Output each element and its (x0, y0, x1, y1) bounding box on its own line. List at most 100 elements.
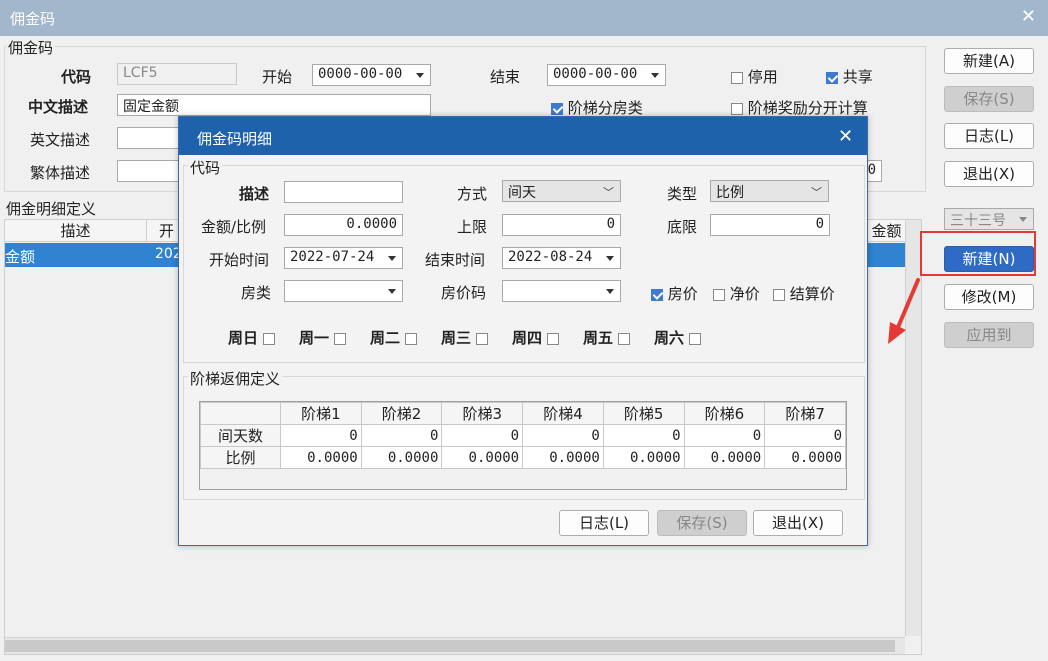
weekday-mon[interactable]: 周一 (299, 327, 346, 348)
end-date-combo[interactable]: 0000-00-00 (547, 64, 666, 86)
weekday-checkbox[interactable] (688, 332, 701, 345)
weekday-checkbox[interactable] (404, 332, 417, 345)
disable-checkbox-row[interactable]: 停用 (731, 66, 778, 87)
window-titlebar: 佣金码 ✕ (0, 0, 1048, 36)
chevron-down-icon (388, 256, 396, 261)
step-ratio-cell[interactable]: 0.0000 (522, 446, 604, 469)
share-checkbox[interactable] (826, 71, 838, 84)
weekday-sun[interactable]: 周日 (228, 327, 275, 348)
step-ratio-cell[interactable]: 0.0000 (441, 446, 524, 469)
start-time-value: 2022-07-24 (290, 249, 375, 265)
new-detail-button[interactable]: 新建(N) (944, 246, 1034, 272)
weekday-label: 周日 (228, 329, 259, 347)
upper-field[interactable]: 0 (502, 214, 621, 236)
cn-desc-field[interactable]: 固定金额 (117, 94, 431, 116)
amount-field[interactable]: 0.0000 (284, 214, 403, 236)
dialog-save-button[interactable]: 保存(S) (657, 510, 747, 536)
step-days-cell[interactable]: 0 (683, 424, 766, 447)
type-combo[interactable]: 比例 ﹀ (710, 180, 829, 202)
step-reward-checkbox[interactable] (731, 102, 743, 115)
detail-col-desc[interactable]: 描述 (5, 220, 147, 242)
step-days-cell[interactable]: 0 (764, 424, 846, 447)
settle-price-checkbox-row[interactable]: 结算价 (773, 283, 835, 304)
step-header: 阶梯5 (602, 402, 685, 425)
weekday-checkbox[interactable] (475, 332, 488, 345)
window-title: 佣金码 (10, 10, 56, 28)
step-days-cell[interactable]: 0 (602, 424, 685, 447)
start-time-label: 开始时间 (209, 251, 270, 269)
step-days-cell[interactable]: 0 (280, 424, 362, 447)
weekday-checkbox[interactable] (546, 332, 559, 345)
dialog-log-button[interactable]: 日志(L) (559, 510, 649, 536)
step-days-cell[interactable]: 0 (522, 424, 604, 447)
room-code-label: 房价码 (441, 284, 487, 302)
step-header: 阶梯2 (360, 402, 443, 425)
room-code-combo[interactable] (502, 280, 621, 302)
dialog-desc-label: 描述 (239, 185, 270, 203)
step-room-checkbox-row[interactable]: 阶梯分房类 (551, 97, 643, 118)
step-room-label: 阶梯分房类 (567, 99, 643, 117)
step-ratio-cell[interactable]: 0.0000 (280, 446, 362, 469)
weekday-checkbox[interactable] (333, 332, 346, 345)
chevron-down-icon (651, 73, 659, 78)
chevron-down-icon (1019, 217, 1027, 222)
step-ratio-cell[interactable]: 0.0000 (764, 446, 846, 469)
room-price-checkbox[interactable] (651, 288, 663, 301)
share-checkbox-row[interactable]: 共享 (826, 66, 873, 87)
end-time-combo[interactable]: 2022-08-24 (502, 247, 621, 269)
window-close-icon[interactable]: ✕ (1021, 6, 1036, 27)
modify-button[interactable]: 修改(M) (944, 284, 1034, 310)
start-date-combo[interactable]: 0000-00-00 (312, 64, 431, 86)
end-time-label: 结束时间 (425, 251, 486, 269)
step-days-cell[interactable]: 0 (441, 424, 524, 447)
code-field[interactable]: LCF5 (117, 63, 237, 85)
new-button[interactable]: 新建(A) (944, 48, 1034, 74)
weekday-fri[interactable]: 周五 (583, 327, 630, 348)
detail-col-amount[interactable]: 金额 (868, 220, 906, 242)
weekday-wed[interactable]: 周三 (441, 327, 488, 348)
step-reward-checkbox-row[interactable]: 阶梯奖励分开计算 (731, 97, 868, 118)
weekday-thu[interactable]: 周四 (512, 327, 559, 348)
en-desc-field[interactable] (117, 127, 187, 149)
dialog-close-icon[interactable]: ✕ (838, 126, 853, 147)
lower-field[interactable]: 0 (710, 214, 830, 236)
log-button[interactable]: 日志(L) (944, 123, 1034, 149)
net-price-checkbox-row[interactable]: 净价 (713, 283, 760, 304)
detail-horizontal-scrollbar[interactable] (5, 637, 905, 654)
end-label: 结束 (490, 68, 521, 86)
dialog-desc-field[interactable] (284, 181, 403, 203)
step-ratio-cell[interactable]: 0.0000 (602, 446, 685, 469)
step-room-checkbox[interactable] (551, 102, 563, 115)
disable-label: 停用 (747, 68, 778, 86)
weekday-checkbox[interactable] (617, 332, 630, 345)
dialog-exit-button[interactable]: 退出(X) (753, 510, 843, 536)
annotation-arrow-icon (888, 278, 920, 344)
step-header-row: 阶梯1 阶梯2 阶梯3 阶梯4 阶梯5 阶梯6 阶梯7 (200, 402, 846, 425)
save-button[interactable]: 保存(S) (944, 86, 1034, 112)
scrollbar-thumb[interactable] (5, 640, 895, 652)
weekday-sat[interactable]: 周六 (654, 327, 701, 348)
method-label: 方式 (457, 185, 488, 203)
weekday-tue[interactable]: 周二 (370, 327, 417, 348)
amount-label: 金额/比例 (201, 218, 267, 236)
share-label: 共享 (842, 68, 873, 86)
room-type-combo[interactable] (284, 280, 403, 302)
weekday-checkbox[interactable] (262, 332, 275, 345)
method-combo[interactable]: 间天 ﹀ (502, 180, 621, 202)
step-ratio-cell[interactable]: 0.0000 (360, 446, 443, 469)
step-ratio-cell[interactable]: 0.0000 (683, 446, 766, 469)
exit-button[interactable]: 退出(X) (944, 161, 1034, 187)
detail-select-combo[interactable]: 三十三号 (944, 208, 1034, 230)
net-price-checkbox[interactable] (713, 288, 725, 301)
disable-checkbox[interactable] (731, 71, 743, 84)
room-price-checkbox-row[interactable]: 房价 (651, 283, 698, 304)
start-time-combo[interactable]: 2022-07-24 (284, 247, 403, 269)
settle-price-checkbox[interactable] (773, 288, 785, 301)
step-header: 阶梯1 (280, 402, 362, 425)
step-corner-cell (200, 402, 281, 425)
chevron-down-icon (606, 256, 614, 261)
step-days-row: 间天数 0 0 0 0 0 0 0 (200, 424, 846, 447)
apply-button[interactable]: 应用到 (944, 322, 1034, 348)
tw-desc-field[interactable] (117, 160, 187, 182)
step-days-cell[interactable]: 0 (360, 424, 443, 447)
